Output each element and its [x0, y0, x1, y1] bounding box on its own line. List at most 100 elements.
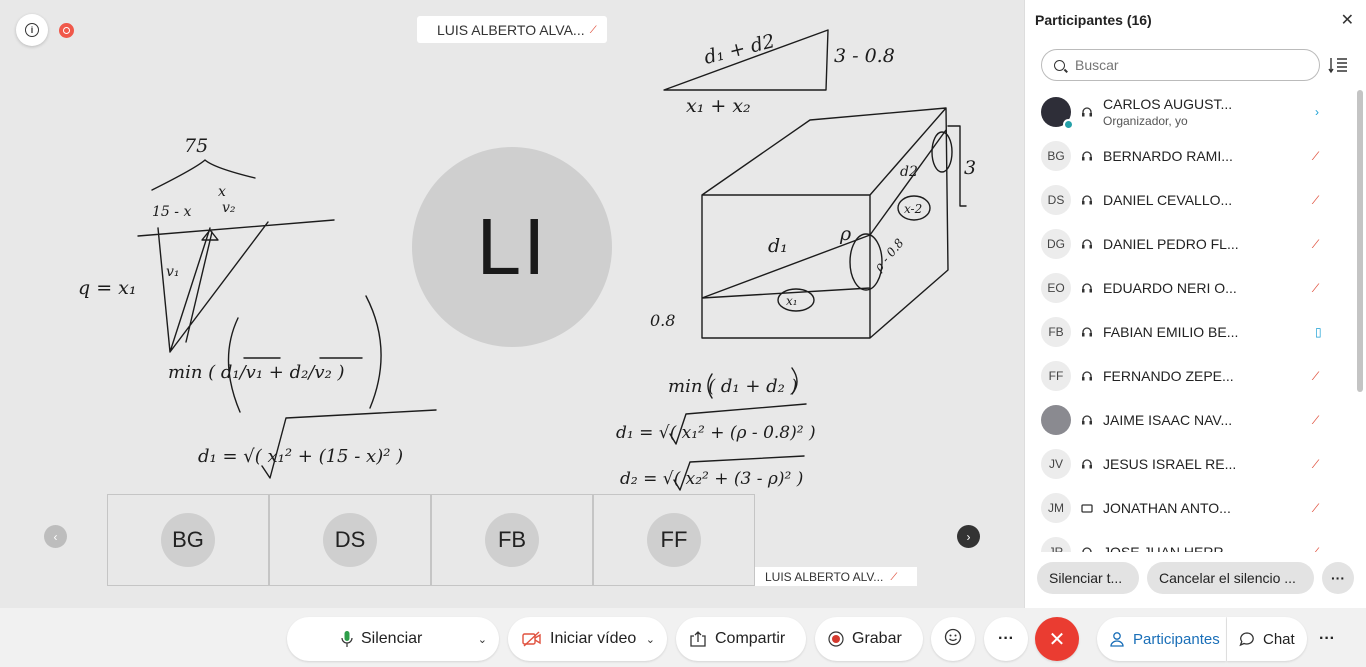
participant-list-scrollbar[interactable]: [1357, 90, 1363, 392]
video-thumbnail[interactable]: FF: [593, 494, 755, 586]
headset-icon: [1082, 195, 1092, 205]
chat-label: Chat: [1263, 630, 1295, 648]
participant-row[interactable]: JV JESUS ISRAEL RE... ⁄: [1025, 442, 1357, 486]
chat-button[interactable]: Chat: [1227, 617, 1307, 661]
record-icon: [828, 631, 844, 647]
wb-text-x: x: [218, 184, 226, 200]
meeting-info-button[interactable]: i: [16, 14, 48, 46]
share-icon: [689, 631, 707, 647]
mic-muted-icon[interactable]: ⁄: [1315, 501, 1317, 515]
participant-row[interactable]: JR JOSE JUAN HERR... ⁄: [1025, 530, 1357, 552]
thumbnails-next-button[interactable]: ›: [957, 525, 980, 548]
video-thumbnail[interactable]: DS: [269, 494, 431, 586]
close-icon[interactable]: ✕: [1341, 10, 1354, 30]
video-thumbnail[interactable]: FB: [431, 494, 593, 586]
host-badge-icon: [1063, 119, 1074, 130]
mic-muted-icon[interactable]: ⁄: [1315, 457, 1317, 471]
participant-row[interactable]: JM JONATHAN ANTO... ⁄: [1025, 486, 1357, 530]
microphone-icon: [341, 630, 353, 648]
smiley-icon: [944, 628, 962, 651]
chevron-down-icon[interactable]: ⌄: [646, 633, 655, 646]
self-name-text: LUIS ALBERTO ALV...: [765, 569, 884, 584]
video-thumbnail-strip: BG DS FB FF: [107, 494, 755, 586]
reactions-button[interactable]: [931, 617, 975, 661]
box-sketch: [701, 107, 949, 339]
self-video-label: LUIS ALBERTO ALV... ⁄: [755, 567, 917, 586]
wb-text-rho: ρ: [839, 223, 852, 245]
participant-name: DANIEL PEDRO FL...: [1103, 236, 1239, 252]
thumbnail-avatar: FF: [647, 513, 701, 567]
video-off-icon: [522, 631, 542, 647]
thumbnail-avatar: DS: [323, 513, 377, 567]
record-button[interactable]: Grabar: [815, 617, 923, 661]
participants-panel: Participantes (16) ✕ CARLOS AUGUST... Or…: [1024, 0, 1366, 608]
participant-name: BERNARDO RAMI...: [1103, 148, 1233, 164]
presenter-name-label: LUIS ALBERTO ALVA... ⁄: [417, 16, 607, 43]
thumbnails-prev-button[interactable]: ‹: [44, 525, 67, 548]
thumbnail-avatar: FB: [485, 513, 539, 567]
wb-text-3-08: 3 - 0.8: [834, 45, 895, 67]
participant-role: Organizador, yo: [1103, 114, 1188, 128]
participant-avatar: [1041, 97, 1074, 130]
more-options-button[interactable]: ···: [984, 617, 1028, 661]
wb-text-x-2: x-2: [904, 202, 922, 216]
video-thumbnail[interactable]: BG: [107, 494, 269, 586]
participant-name: CARLOS AUGUST...: [1103, 96, 1233, 112]
participant-avatar: JV: [1041, 449, 1071, 479]
wb-text-15-x: 15 - x: [152, 204, 191, 220]
speaking-indicator-icon: ›: [1315, 105, 1319, 119]
wb-text-d1-box: d₁: [768, 235, 788, 257]
participant-row[interactable]: FB FABIAN EMILIO BE... ▯: [1025, 310, 1357, 354]
participant-name: JESUS ISRAEL RE...: [1103, 456, 1237, 472]
path-sketch: [137, 219, 335, 353]
headset-icon: [1082, 107, 1092, 117]
share-button[interactable]: Compartir: [676, 617, 806, 661]
participant-row[interactable]: CARLOS AUGUST... Organizador, yo ›: [1025, 90, 1357, 134]
participant-list: CARLOS AUGUST... Organizador, yo › BG BE…: [1025, 90, 1357, 552]
wb-text-q-x1: q = x₁: [78, 277, 137, 299]
participant-row[interactable]: EO EDUARDO NERI O... ⁄: [1025, 266, 1357, 310]
mute-button[interactable]: Silenciar ⌄: [287, 617, 499, 661]
participant-avatar: JM: [1041, 493, 1071, 523]
participant-avatar: EO: [1041, 273, 1071, 303]
participant-search[interactable]: [1041, 49, 1320, 81]
sort-icon[interactable]: [1328, 56, 1348, 74]
thumbnail-avatar: BG: [161, 513, 215, 567]
mic-muted-icon[interactable]: ⁄: [1315, 149, 1317, 163]
participant-avatar: JR: [1041, 537, 1071, 552]
info-icon: i: [25, 23, 39, 37]
participant-row[interactable]: DG DANIEL PEDRO FL... ⁄: [1025, 222, 1357, 266]
mic-muted-icon[interactable]: ⁄: [1315, 545, 1317, 552]
leave-meeting-button[interactable]: ✕: [1035, 617, 1079, 661]
participant-name: JAIME ISAAC NAV...: [1103, 412, 1233, 428]
start-video-button[interactable]: Iniciar vídeo ⌄: [508, 617, 667, 661]
mic-muted-icon[interactable]: ⁄: [1315, 237, 1317, 251]
side-more-button[interactable]: ···: [1310, 617, 1344, 661]
presenter-avatar: LI: [412, 147, 612, 347]
headset-icon: [1082, 239, 1092, 249]
chevron-left-icon: ‹: [53, 529, 58, 544]
record-label: Grabar: [852, 630, 902, 647]
participant-avatar: [1041, 405, 1071, 435]
headset-icon: [1082, 327, 1092, 337]
mic-muted-icon[interactable]: ⁄: [1315, 413, 1317, 427]
recording-indicator-icon: [59, 23, 74, 38]
participant-name: JONATHAN ANTO...: [1103, 500, 1231, 516]
search-input[interactable]: [1075, 57, 1295, 73]
mic-muted-icon[interactable]: ⁄: [1315, 281, 1317, 295]
chevron-down-icon[interactable]: ⌄: [478, 633, 487, 646]
participant-row[interactable]: FF FERNANDO ZEPE... ⁄: [1025, 354, 1357, 398]
wb-text-x1-box: x₁: [786, 294, 798, 308]
mute-all-button[interactable]: Silenciar t...: [1037, 562, 1139, 594]
panel-more-button[interactable]: ···: [1322, 562, 1354, 594]
participant-row[interactable]: DS DANIEL CEVALLO... ⁄: [1025, 178, 1357, 222]
mic-muted-icon[interactable]: ⁄: [1315, 369, 1317, 383]
participants-button[interactable]: Participantes: [1097, 617, 1226, 661]
participant-row[interactable]: JAIME ISAAC NAV... ⁄: [1025, 398, 1357, 442]
wb-text-75: 75: [184, 135, 208, 157]
mic-on-icon[interactable]: ▯: [1315, 325, 1322, 339]
mic-muted-icon[interactable]: ⁄: [1315, 193, 1317, 207]
participant-row[interactable]: BG BERNARDO RAMI... ⁄: [1025, 134, 1357, 178]
unmute-all-button[interactable]: Cancelar el silencio ...: [1147, 562, 1314, 594]
screen-icon: [1081, 504, 1093, 513]
